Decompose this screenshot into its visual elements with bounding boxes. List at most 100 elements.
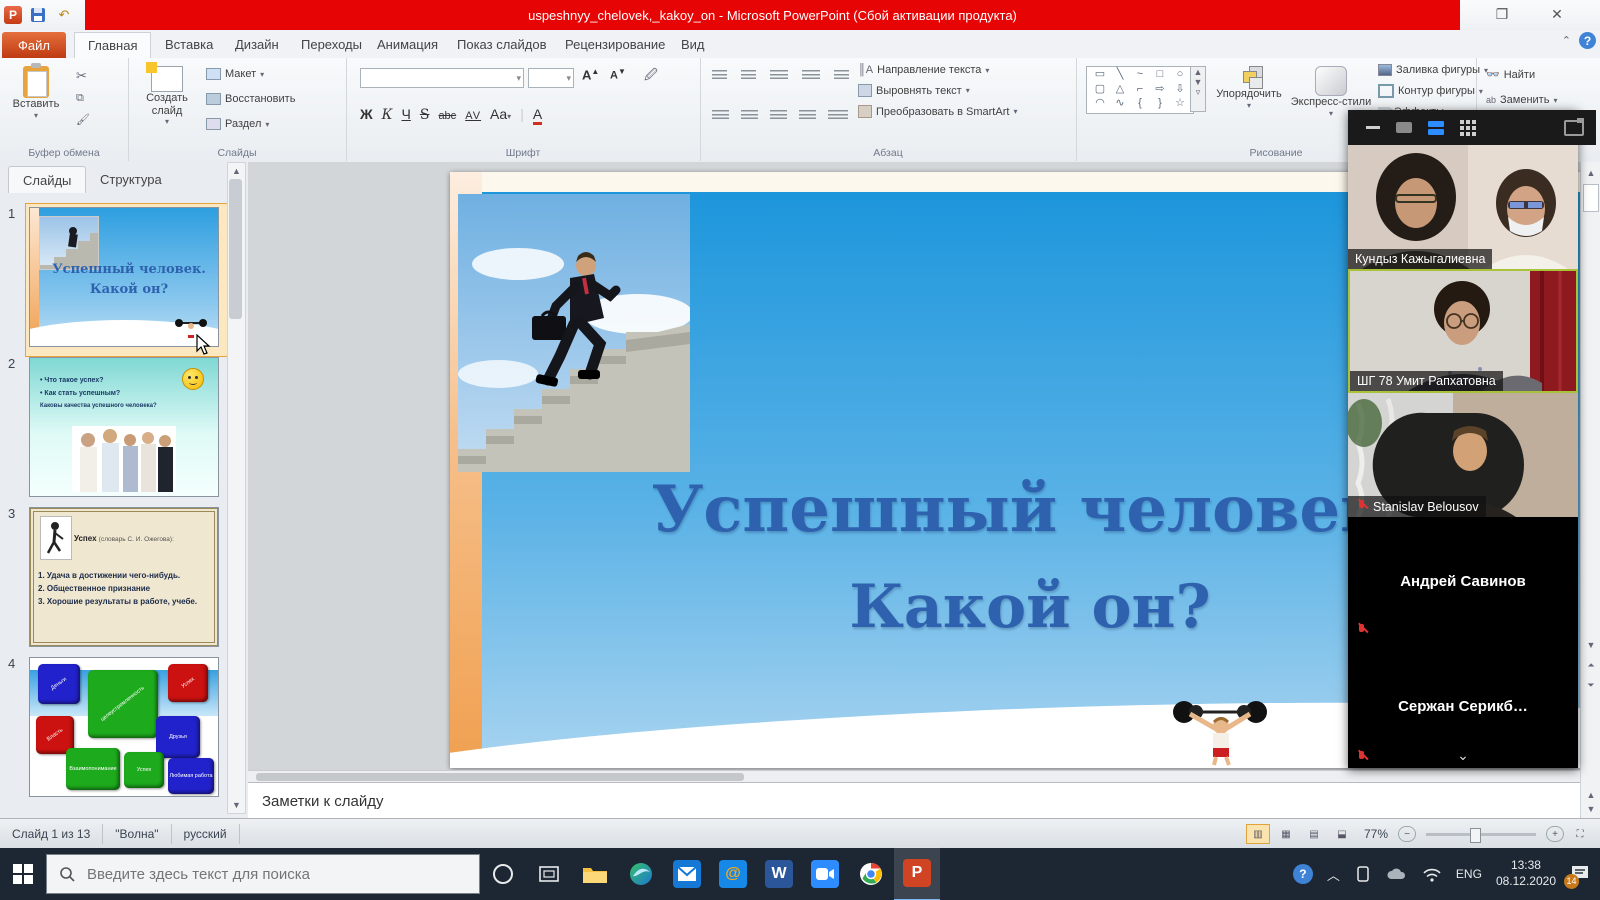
taskbar-search[interactable] <box>46 854 480 894</box>
view-slideshow-button[interactable]: ⬓ <box>1330 824 1354 844</box>
notes-pane[interactable]: Заметки к слайду <box>248 782 1600 819</box>
zoom-speaker-view-icon[interactable] <box>1396 122 1412 133</box>
file-explorer-icon[interactable] <box>572 848 618 900</box>
layout-button[interactable]: Макет▾ <box>206 68 264 80</box>
shape-fill-button[interactable]: Заливка фигуры▾ <box>1378 64 1488 76</box>
zoom-percent[interactable]: 77% <box>1364 827 1388 841</box>
find-button[interactable]: 👓 Найти <box>1486 68 1535 81</box>
slides-panel-scrollbar[interactable]: ▲ ▼ <box>227 162 246 814</box>
network-icon[interactable] <box>1422 867 1442 882</box>
grow-font-button[interactable]: A▲ <box>582 67 599 82</box>
tab-home[interactable]: Главная <box>74 32 151 58</box>
tab-view[interactable]: Вид <box>668 32 718 57</box>
slide-thumbnail-3[interactable]: 3 Успех (словарь С. И. Ожегова): 1. Удач… <box>26 504 228 656</box>
status-language[interactable]: русский <box>172 824 240 844</box>
zoom-popout-icon[interactable] <box>1564 120 1584 136</box>
columns-button[interactable] <box>828 110 848 121</box>
align-text-button[interactable]: Выровнять текст▾ <box>858 84 1017 97</box>
word-icon[interactable]: W <box>756 848 802 900</box>
edge-icon[interactable] <box>618 848 664 900</box>
tab-transitions[interactable]: Переходы <box>288 32 375 57</box>
tab-insert[interactable]: Вставка <box>152 32 226 57</box>
tab-slides[interactable]: Слайды <box>8 166 86 193</box>
shape-outline-button[interactable]: Контур фигуры▾ <box>1378 84 1488 98</box>
tab-outline[interactable]: Структура <box>86 166 176 192</box>
mail-icon[interactable] <box>664 848 710 900</box>
language-indicator[interactable]: ENG <box>1456 867 1482 881</box>
underline-button[interactable]: Ч <box>402 106 411 122</box>
search-input[interactable] <box>85 865 449 884</box>
save-icon[interactable] <box>28 5 48 25</box>
tab-slideshow[interactable]: Показ слайдов <box>444 32 560 57</box>
shapes-scroll[interactable]: ▲▼▿ <box>1190 66 1206 112</box>
align-left-button[interactable] <box>712 110 729 121</box>
powerpoint-taskbar-icon[interactable]: P <box>894 847 940 900</box>
tab-review[interactable]: Рецензирование <box>552 32 678 57</box>
paste-button[interactable]: Вставить ▾ <box>8 66 64 120</box>
zoom-gallery-view-icon[interactable] <box>1428 121 1444 135</box>
tab-design[interactable]: Дизайн <box>222 32 292 57</box>
notification-center-icon[interactable]: 14 <box>1570 864 1590 885</box>
businessman-stairs-image[interactable] <box>458 194 690 472</box>
cortana-icon[interactable] <box>480 848 526 900</box>
copy-icon[interactable]: ⧉ <box>76 92 90 105</box>
align-center-button[interactable] <box>741 110 758 121</box>
shapes-gallery[interactable]: ▭╲~□○ ▢△⌐⇨⇩ ◠∿{}☆ <box>1086 66 1194 114</box>
line-spacing-button[interactable] <box>834 70 849 81</box>
justify-button[interactable] <box>799 110 816 121</box>
italic-button[interactable]: К <box>382 107 393 123</box>
font-size-combo[interactable]: ▾ <box>528 68 574 88</box>
char-spacing-button[interactable]: AV <box>465 110 481 122</box>
format-painter-icon[interactable]: 🖌 <box>76 113 90 126</box>
numbering-button[interactable] <box>741 70 756 81</box>
video-tile-2-active[interactable]: ШГ 78 Умит Рапхатовна <box>1348 269 1578 393</box>
restore-window-button[interactable]: ❐ <box>1489 4 1515 24</box>
view-slide-sorter-button[interactable]: ▦ <box>1274 824 1298 844</box>
zoom-meeting-panel[interactable]: Кундыз Кажыгалиевна ШГ 78 Умит Рапхатовн… <box>1348 110 1578 768</box>
task-view-icon[interactable] <box>526 848 572 900</box>
previous-slide-button[interactable]: ⏶ <box>1581 660 1600 671</box>
change-case-button[interactable]: Aa▾ <box>490 106 511 122</box>
cut-icon[interactable]: ✂ <box>76 68 90 84</box>
bullets-button[interactable] <box>712 70 727 81</box>
tray-help-icon[interactable]: ? <box>1293 864 1313 884</box>
minimize-ribbon-icon[interactable]: ⌃ <box>1562 34 1571 47</box>
next-slide-button[interactable]: ⏷ <box>1581 680 1600 691</box>
your-phone-icon[interactable] <box>1354 865 1372 883</box>
text-direction-button[interactable]: ║A Направление текста▾ <box>858 64 1017 76</box>
video-tile-5[interactable]: Сержан Серикб… ⌄ <box>1348 641 1578 768</box>
close-window-button[interactable]: ✕ <box>1544 4 1570 24</box>
new-slide-button[interactable]: Создать слайд ▾ <box>138 66 196 126</box>
align-right-button[interactable] <box>770 110 787 121</box>
slide-thumbnail-4[interactable]: 4 Деньги целеустремленность Успех Власть… <box>26 654 228 806</box>
zoom-in-button[interactable]: + <box>1546 826 1564 842</box>
shadow-button[interactable]: abc <box>438 110 456 122</box>
strikethrough-button[interactable]: S <box>420 107 430 123</box>
arrange-button[interactable]: Упорядочить▾ <box>1212 66 1286 110</box>
fit-to-window-button[interactable]: ⛶ <box>1568 824 1592 844</box>
zoom-grid-view-icon[interactable] <box>1460 120 1476 136</box>
view-reading-button[interactable]: ▤ <box>1302 824 1326 844</box>
vertical-scrollbar[interactable]: ▲ ▼ ⏶ ⏷ ▲ ▼ <box>1580 162 1600 818</box>
zoom-minimize-icon[interactable] <box>1366 126 1380 129</box>
view-normal-button[interactable]: ▥ <box>1246 824 1270 844</box>
onedrive-icon[interactable] <box>1386 867 1408 881</box>
hidden-icons-chevron[interactable]: ︿ <box>1327 865 1340 884</box>
bold-button[interactable]: Ж <box>360 106 373 122</box>
zoom-app-icon[interactable] <box>802 848 848 900</box>
decrease-indent-button[interactable] <box>770 70 788 81</box>
undo-icon[interactable]: ↶ <box>54 5 74 25</box>
slide-thumbnail-2[interactable]: 2 • Что такое успех? • Как стать успешны… <box>26 354 228 506</box>
section-button[interactable]: Раздел▾ <box>206 118 269 130</box>
powerpoint-app-icon[interactable]: P <box>4 6 22 24</box>
reset-slide-button[interactable]: Восстановить <box>206 93 295 105</box>
video-tile-1[interactable]: Кундыз Кажыгалиевна <box>1348 145 1578 269</box>
video-tile-4[interactable]: Андрей Савинов <box>1348 517 1578 641</box>
clock[interactable]: 13:38 08.12.2020 <box>1496 858 1556 889</box>
replace-button[interactable]: ab Заменить▾ <box>1486 94 1557 106</box>
help-icon[interactable]: ? <box>1579 32 1596 49</box>
mailru-icon[interactable]: @ <box>710 848 756 900</box>
zoom-slider[interactable] <box>1426 833 1536 836</box>
chrome-icon[interactable] <box>848 848 894 900</box>
clear-formatting-icon[interactable]: 🖉 <box>644 66 658 88</box>
